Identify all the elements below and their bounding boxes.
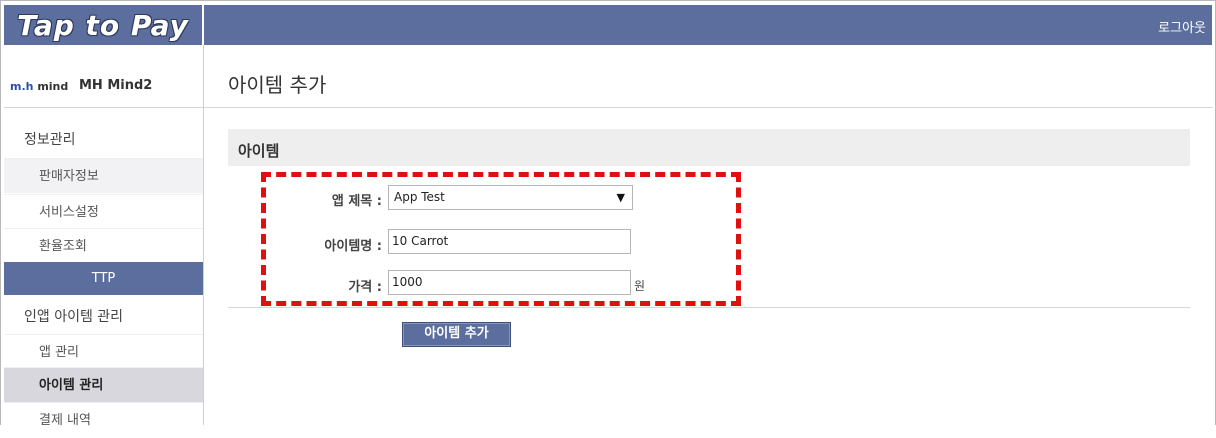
sidebar-item-exchange-rate[interactable]: 환율조회 (4, 228, 203, 263)
profile-area: m.h mind MH Mind2 (4, 45, 203, 108)
sidebar-item-item-manage[interactable]: 아이템 관리 (4, 367, 203, 402)
divider (204, 107, 1213, 108)
sidebar-section-inapp[interactable]: 인앱 아이템 관리 (4, 299, 203, 336)
sidebar-item-payment-history[interactable]: 결제 내역 (4, 402, 203, 437)
user-name: MH Mind2 (79, 78, 153, 93)
highlight-box (261, 172, 741, 306)
sidebar-item-seller-info[interactable]: 판매자정보 (4, 158, 203, 193)
add-item-button[interactable]: 아이템 추가 (402, 322, 511, 347)
top-bar: 로그아웃 (204, 5, 1212, 45)
section-title: 아이템 (238, 142, 280, 160)
sidebar-item-service-settings[interactable]: 서비스설정 (4, 194, 203, 229)
section-header: 아이템 (228, 129, 1190, 166)
app-logo-text: Tap to Pay (17, 8, 189, 42)
sidebar-section-info[interactable]: 정보관리 (4, 122, 203, 159)
page-title: 아이템 추가 (228, 73, 327, 97)
sidebar: m.h mind MH Mind2 정보관리 판매자정보 서비스설정 환율조회 … (4, 45, 204, 437)
app-logo[interactable]: Tap to Pay (4, 5, 202, 45)
company-logo: m.h mind (10, 80, 68, 93)
company-logo-part-b: mind (37, 80, 69, 93)
sidebar-item-ttp[interactable]: TTP (4, 262, 203, 295)
company-logo-part-a: m.h (10, 80, 34, 93)
divider (228, 307, 1190, 308)
sidebar-item-app-manage[interactable]: 앱 관리 (4, 334, 203, 369)
logout-link[interactable]: 로그아웃 (1158, 17, 1206, 36)
